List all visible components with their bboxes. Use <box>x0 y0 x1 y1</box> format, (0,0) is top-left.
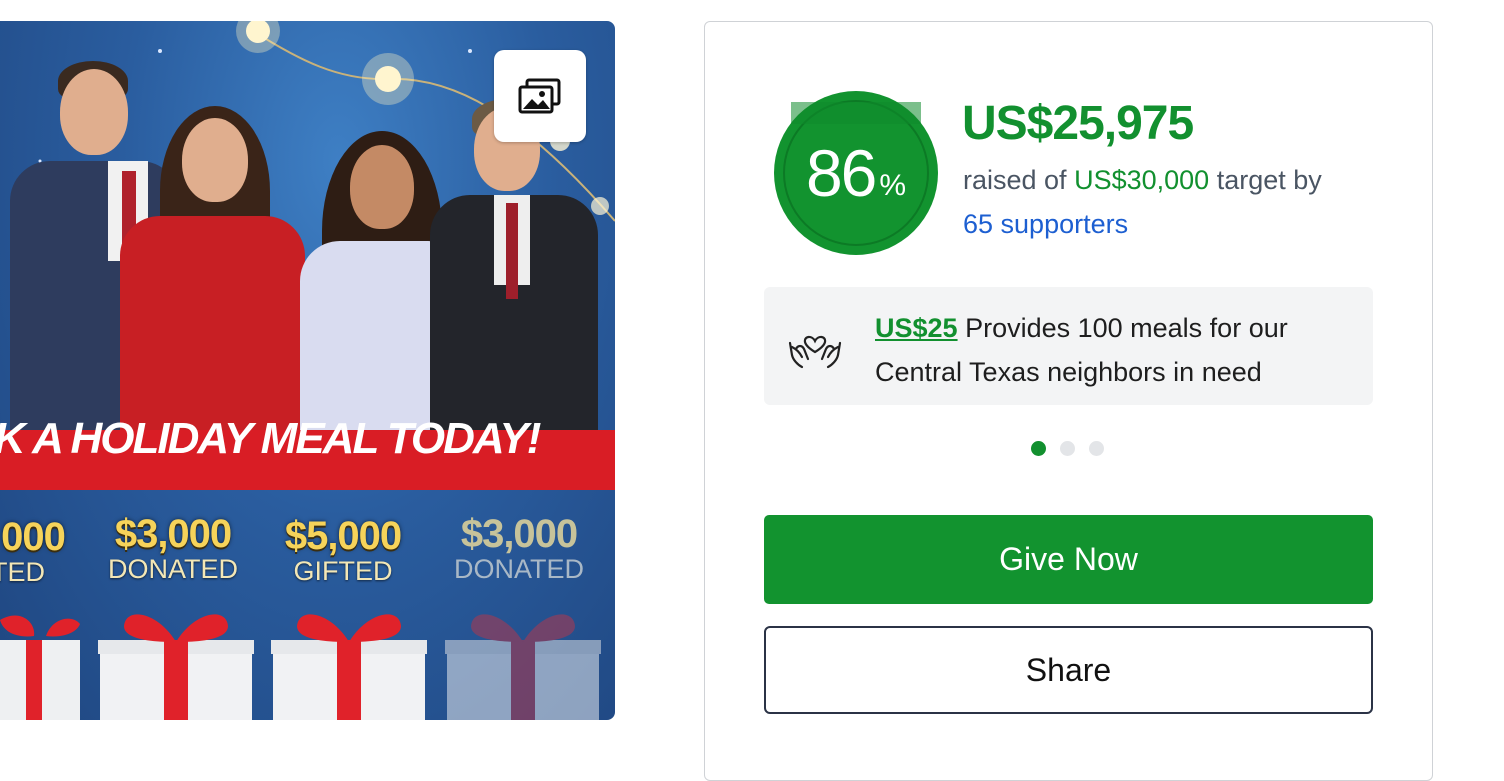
stat-word: GIFTED <box>293 556 393 586</box>
raised-prefix: raised of <box>963 165 1067 195</box>
stat-amount: 000 <box>1 515 66 559</box>
progress-percent-symbol: % <box>879 169 907 202</box>
stat-3: $5,000 GIFTED <box>268 515 418 585</box>
presenter-2 <box>120 106 310 431</box>
gallery-icon <box>518 78 561 114</box>
stat-2: $3,000 DONATED <box>98 513 248 583</box>
progress-circle: 86 % <box>773 90 939 256</box>
stat-amount: $3,000 <box>460 512 578 556</box>
stat-amount: $5,000 <box>284 514 402 558</box>
carousel-dot-3[interactable] <box>1089 441 1104 456</box>
stat-word: TED <box>0 557 45 587</box>
progress-percent-value: 86 <box>805 136 877 210</box>
carousel-dots <box>1031 441 1104 456</box>
raised-summary: raised of US$30,000 target by <box>963 165 1322 196</box>
target-amount: US$30,000 <box>1074 165 1210 195</box>
carousel-dot-1[interactable] <box>1031 441 1046 456</box>
target-suffix: target by <box>1216 165 1322 195</box>
share-button[interactable]: Share <box>764 626 1373 714</box>
gallery-button[interactable] <box>494 50 586 142</box>
impact-amount-link[interactable]: US$25 <box>875 313 958 343</box>
raised-amount: US$25,975 <box>962 97 1194 150</box>
carousel-dot-2[interactable] <box>1060 441 1075 456</box>
gift-box-icon <box>445 614 601 720</box>
gift-box-icon <box>271 614 427 720</box>
stat-1: 000 TED <box>0 516 88 586</box>
presenter-4 <box>430 99 600 431</box>
supporters-link[interactable]: 65 supporters <box>963 209 1128 240</box>
give-now-button[interactable]: Give Now <box>764 515 1373 604</box>
gift-box-icon <box>0 615 80 720</box>
heart-hands-icon <box>788 335 842 369</box>
impact-description: US$25 Provides 100 meals for our Central… <box>875 306 1355 394</box>
gift-box-icon <box>98 614 254 720</box>
banner-headline: CK A HOLIDAY MEAL TODAY! <box>0 414 541 463</box>
stat-amount: $3,000 <box>114 512 232 556</box>
stat-4: $3,000 DONATED <box>444 513 594 583</box>
stat-word: DONATED <box>107 554 238 584</box>
progress-percent: 86 % <box>773 90 939 256</box>
stat-word: DONATED <box>453 554 584 584</box>
